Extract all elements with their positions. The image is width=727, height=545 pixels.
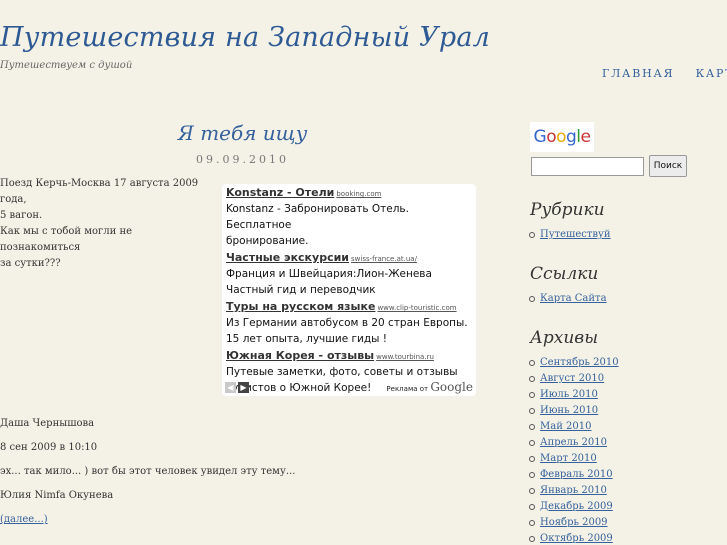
- read-more-link[interactable]: (далее...): [0, 514, 48, 525]
- google-logo-letter: e: [580, 127, 591, 147]
- ad-title-link[interactable]: Konstanz - Отели: [226, 186, 334, 199]
- archive-link[interactable]: Ноябрь 2009: [540, 517, 608, 528]
- ad-url[interactable]: www.clip-touristic.com: [377, 304, 456, 312]
- ad-description: Из Германии автобусом в 20 стран Европы.: [226, 317, 468, 329]
- archive-link[interactable]: Апрель 2010: [540, 437, 607, 448]
- google-logo-text: Google: [534, 127, 591, 147]
- comment-text: эх... так мило... ) вот бы этот человек …: [0, 466, 296, 477]
- ad-description: Путевые заметки, фото, советы и отзывы: [226, 366, 458, 378]
- archive-item[interactable]: Июль 2010: [529, 388, 619, 404]
- google-logo: Google: [530, 122, 594, 152]
- ad-title-link[interactable]: Южная Корея - отзывы: [226, 349, 374, 362]
- google-ads-block: Konstanz - Отели booking.com Konstanz - З…: [222, 184, 476, 396]
- ad-description: Частный гид и переводчик: [226, 284, 376, 296]
- post-line: за сутки???: [0, 258, 61, 269]
- comment-author: Даша Чернышова: [0, 418, 95, 429]
- archive-item[interactable]: Май 2010: [529, 420, 619, 436]
- archive-link[interactable]: Декабрь 2009: [540, 501, 613, 512]
- post-title[interactable]: Я тебя ищу: [0, 121, 485, 145]
- archive-link[interactable]: Январь 2010: [540, 485, 607, 496]
- link-item[interactable]: Карта Сайта: [529, 292, 607, 308]
- site-tagline: Путешествуем с душой: [0, 60, 133, 71]
- archive-item[interactable]: Апрель 2010: [529, 436, 619, 452]
- archive-link[interactable]: Октябрь 2009: [540, 533, 613, 544]
- archive-link[interactable]: Май 2010: [540, 421, 592, 432]
- ads-by-google[interactable]: Реклама от Google: [386, 380, 473, 394]
- archive-link[interactable]: Июль 2010: [540, 389, 598, 400]
- google-logo-letter: o: [556, 127, 566, 147]
- archive-item[interactable]: Декабрь 2009: [529, 500, 619, 516]
- ad-url[interactable]: swiss-france.at.ua/: [351, 255, 417, 263]
- ad-description: 15 лет опыта, лучшие гиды !: [226, 333, 387, 345]
- archive-item[interactable]: Февраль 2010: [529, 468, 619, 484]
- ad-item: Туры на русском языке www.clip-touristic.…: [226, 300, 472, 347]
- archive-link[interactable]: Февраль 2010: [540, 469, 613, 480]
- search-button[interactable]: Поиск: [649, 155, 687, 177]
- google-logo-letter: o: [546, 127, 557, 147]
- archive-link[interactable]: Март 2010: [540, 453, 597, 464]
- post-line: 5 вагон.: [0, 210, 43, 221]
- nav-item-map[interactable]: КАРТА: [696, 67, 727, 80]
- ads-by-label: Реклама от: [386, 385, 429, 393]
- ad-title-link[interactable]: Частные экскурсии: [226, 251, 349, 264]
- post-date: 09.09.2010: [196, 153, 289, 166]
- rubrics-heading: Рубрики: [530, 200, 605, 220]
- archive-item[interactable]: Январь 2010: [529, 484, 619, 500]
- ad-title-link[interactable]: Туры на русском языке: [226, 300, 375, 313]
- ad-item: Частные экскурсии swiss-france.at.ua/ Фра…: [226, 251, 472, 298]
- rubric-item[interactable]: Путешествуй: [529, 228, 611, 244]
- reply-author: Юлия Nimfa Окунева: [0, 490, 114, 501]
- site-title[interactable]: Путешествия на Западный Урал: [0, 22, 490, 53]
- archive-item[interactable]: Июнь 2010: [529, 404, 619, 420]
- post-line: Как мы с тобой могли не познакомиться: [0, 226, 133, 253]
- ads-prev-arrow-icon[interactable]: ◀: [225, 382, 236, 393]
- archive-item[interactable]: Ноябрь 2009: [529, 516, 619, 532]
- archive-link[interactable]: Август 2010: [540, 373, 604, 384]
- archive-link[interactable]: Сентябрь 2010: [540, 357, 619, 368]
- links-list: Карта Сайта: [529, 292, 607, 308]
- ads-google-brand: Google: [430, 380, 473, 394]
- google-logo-letter: G: [533, 127, 547, 147]
- ad-url[interactable]: booking.com: [336, 190, 381, 198]
- ad-item: Konstanz - Отели booking.com Konstanz - З…: [226, 186, 472, 249]
- links-heading: Ссылки: [530, 264, 599, 284]
- archive-link[interactable]: Июнь 2010: [540, 405, 598, 416]
- archives-list: Сентябрь 2010 Август 2010 Июль 2010 Июнь 20…: [529, 356, 619, 545]
- archive-item[interactable]: Март 2010: [529, 452, 619, 468]
- ads-next-arrow-icon[interactable]: ▶: [238, 382, 249, 393]
- comment-block: Даша Чернышова 8 сен 2009 в 10:10 эх... …: [0, 418, 320, 538]
- ad-description: бронирование.: [226, 235, 309, 247]
- ad-url[interactable]: www.tourbina.ru: [376, 353, 434, 361]
- ad-description: Франция и Швейцария:Лион-Женева: [226, 268, 432, 280]
- rubric-link[interactable]: Путешествуй: [540, 229, 611, 240]
- top-nav: ГЛАВНАЯ КАРТА: [602, 67, 727, 80]
- archive-item[interactable]: Октябрь 2009: [529, 532, 619, 545]
- post-body: Поезд Керчь-Москва 17 августа 2009 года,…: [0, 176, 215, 272]
- nav-item-home[interactable]: ГЛАВНАЯ: [602, 67, 674, 80]
- search-input[interactable]: [531, 157, 644, 176]
- ad-footer: ◀ ▶ Реклама от Google: [225, 380, 473, 394]
- link-sitemap[interactable]: Карта Сайта: [540, 293, 607, 304]
- archive-item[interactable]: Сентябрь 2010: [529, 356, 619, 372]
- archives-heading: Архивы: [530, 328, 599, 348]
- ad-description: Konstanz - Забронировать Отель. Бесплатн…: [226, 203, 409, 231]
- rubrics-list: Путешествуй: [529, 228, 611, 244]
- post-line: Поезд Керчь-Москва 17 августа 2009 года,: [0, 178, 199, 205]
- archive-item[interactable]: Август 2010: [529, 372, 619, 388]
- comment-date: 8 сен 2009 в 10:10: [0, 442, 98, 453]
- google-logo-letter: g: [566, 127, 577, 147]
